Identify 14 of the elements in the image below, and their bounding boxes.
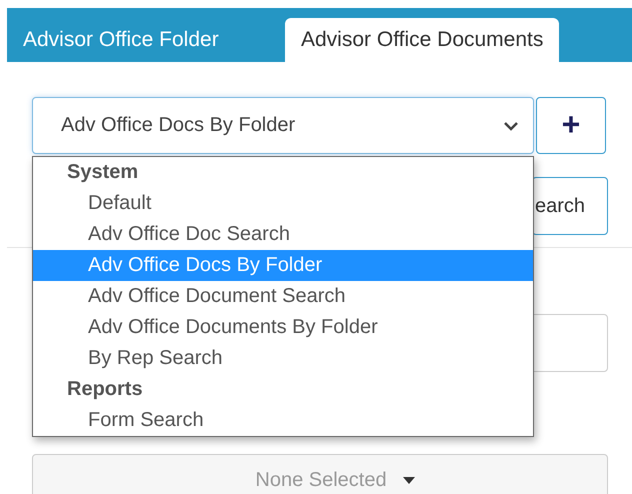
- dropdown-option[interactable]: Adv Office Document Search: [33, 281, 533, 312]
- dropdown-option[interactable]: Adv Office Doc Search: [33, 219, 533, 250]
- dropdown-option[interactable]: By Rep Search: [33, 343, 533, 374]
- group-header: System: [66, 160, 140, 185]
- tab[interactable]: Advisor Office Documents: [285, 18, 560, 62]
- group-header: Reports: [66, 377, 144, 402]
- chevron-down-icon: [503, 120, 519, 130]
- dropdown-option[interactable]: Adv Office Documents By Folder: [33, 312, 533, 343]
- search-button[interactable]: earch: [532, 177, 608, 235]
- view-select[interactable]: Adv Office Docs By Folder: [32, 97, 534, 154]
- add-button[interactable]: +: [536, 97, 606, 154]
- dropdown-option[interactable]: Form Search: [33, 405, 533, 436]
- dropdown-option[interactable]: Default: [33, 188, 533, 219]
- caret-icon: [402, 476, 415, 484]
